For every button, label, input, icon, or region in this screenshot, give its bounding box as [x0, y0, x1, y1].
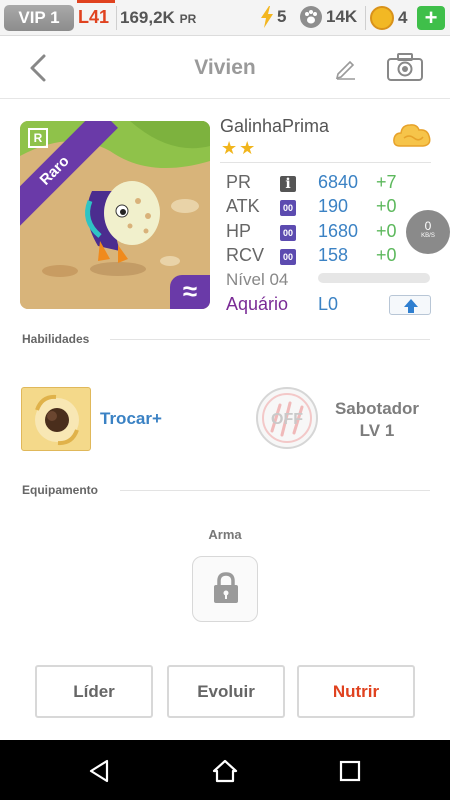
player-level[interactable]: L41 — [78, 7, 109, 28]
stat-chip: 00 — [280, 200, 296, 216]
swap-icon — [35, 394, 79, 446]
food-counter[interactable]: 14K — [300, 6, 357, 28]
evolve-button[interactable]: Evoluir — [167, 665, 285, 718]
stat-chip: 00 — [280, 249, 296, 265]
stat-label: ATK — [226, 196, 260, 216]
weapon-slot[interactable] — [192, 556, 258, 622]
aquarium-upgrade-button[interactable] — [389, 295, 431, 315]
stat-bonus: +0 — [376, 221, 397, 241]
top-status-bar: VIP 1 L41 169,2K PR 5 14K 4 + — [0, 0, 450, 36]
lock-icon — [214, 572, 238, 603]
level-progress-bar — [77, 0, 115, 3]
stat-label: HP — [226, 221, 252, 241]
stat-row-atk: ATK 00 190 +0 — [226, 196, 436, 220]
paw-icon — [300, 6, 322, 28]
coin-value: 4 — [398, 8, 408, 27]
stat-value: 6840 — [318, 172, 359, 192]
info-icon[interactable]: i — [280, 176, 296, 192]
weapon-label: Arma — [208, 527, 242, 542]
stat-value: 158 — [318, 245, 349, 265]
stat-row-hp: HP 00 1680 +0 — [226, 221, 436, 245]
energy-value: 5 — [277, 7, 287, 26]
stat-value: 190 — [318, 196, 349, 216]
pr-balance[interactable]: 169,2K PR — [120, 8, 196, 28]
star-rating: ★★ — [221, 138, 258, 158]
cloud-icon[interactable] — [392, 120, 432, 152]
up-arrow-icon — [404, 299, 418, 313]
stat-bonus: +7 — [376, 172, 397, 192]
skill-sabotador[interactable]: Sabotador LV 1 — [325, 398, 429, 442]
nav-home-icon[interactable] — [212, 758, 238, 784]
pencil-icon[interactable] — [334, 56, 358, 80]
pr-amount-value: 169,2K — [120, 8, 175, 27]
stat-label: PR — [226, 172, 252, 192]
speed-unit: KB/S — [421, 233, 435, 239]
camera-icon[interactable] — [386, 52, 424, 82]
skill-level: LV 1 — [359, 421, 395, 440]
pet-card[interactable]: Raro R ≈ — [20, 121, 210, 309]
system-nav-bar — [0, 740, 450, 800]
skill-off-icon[interactable]: OFF — [254, 385, 320, 451]
vip-badge[interactable]: VIP 1 — [4, 5, 74, 31]
aquarium-level: L0 — [318, 294, 339, 314]
lightning-icon — [261, 6, 273, 28]
add-currency-button[interactable]: + — [417, 6, 445, 30]
stat-bonus: +0 — [376, 196, 397, 216]
skill-state-text: OFF — [271, 411, 303, 428]
leader-button[interactable]: Líder — [35, 665, 153, 718]
divider — [110, 339, 430, 340]
equipment-heading: Equipamento — [22, 483, 99, 497]
skill-name[interactable]: Trocar+ — [100, 409, 162, 429]
speed-value: 0 — [424, 219, 432, 233]
divider — [365, 6, 366, 30]
skills-heading: Habilidades — [22, 332, 90, 346]
stat-value: 1680 — [318, 221, 359, 241]
divider — [220, 162, 431, 163]
energy-counter[interactable]: 5 — [260, 6, 286, 28]
page-title: Vivien — [194, 56, 256, 79]
water-element-icon: ≈ — [170, 275, 210, 309]
pet-level-label: Nível 04 — [226, 270, 289, 289]
divider — [116, 6, 117, 30]
stat-bonus: +0 — [376, 245, 397, 265]
stat-label: RCV — [226, 245, 265, 265]
skill-trocar-icon[interactable] — [21, 387, 91, 451]
coin-icon — [370, 6, 394, 30]
divider — [120, 490, 430, 491]
network-speed-widget: 0 KB/S — [406, 210, 450, 254]
nav-recents-icon[interactable] — [337, 758, 363, 784]
stat-chip: 00 — [280, 225, 296, 241]
stat-row-rcv: RCV 00 158 +0 — [226, 245, 436, 269]
pr-unit: PR — [179, 12, 197, 26]
feed-button[interactable]: Nutrir — [297, 665, 415, 718]
rarity-letter-badge: R — [28, 128, 48, 148]
skill-name: Sabotador — [334, 399, 420, 418]
food-value: 14K — [326, 7, 358, 26]
species-name: GalinhaPrima — [220, 116, 330, 136]
header: Vivien — [0, 37, 450, 99]
aquarium-label: Aquário — [226, 294, 289, 314]
nav-back-icon[interactable] — [87, 758, 113, 784]
xp-progress-bar — [318, 273, 430, 283]
stat-row-pr: PR i 6840 +7 — [226, 172, 436, 196]
coin-counter[interactable]: 4 — [370, 6, 407, 30]
